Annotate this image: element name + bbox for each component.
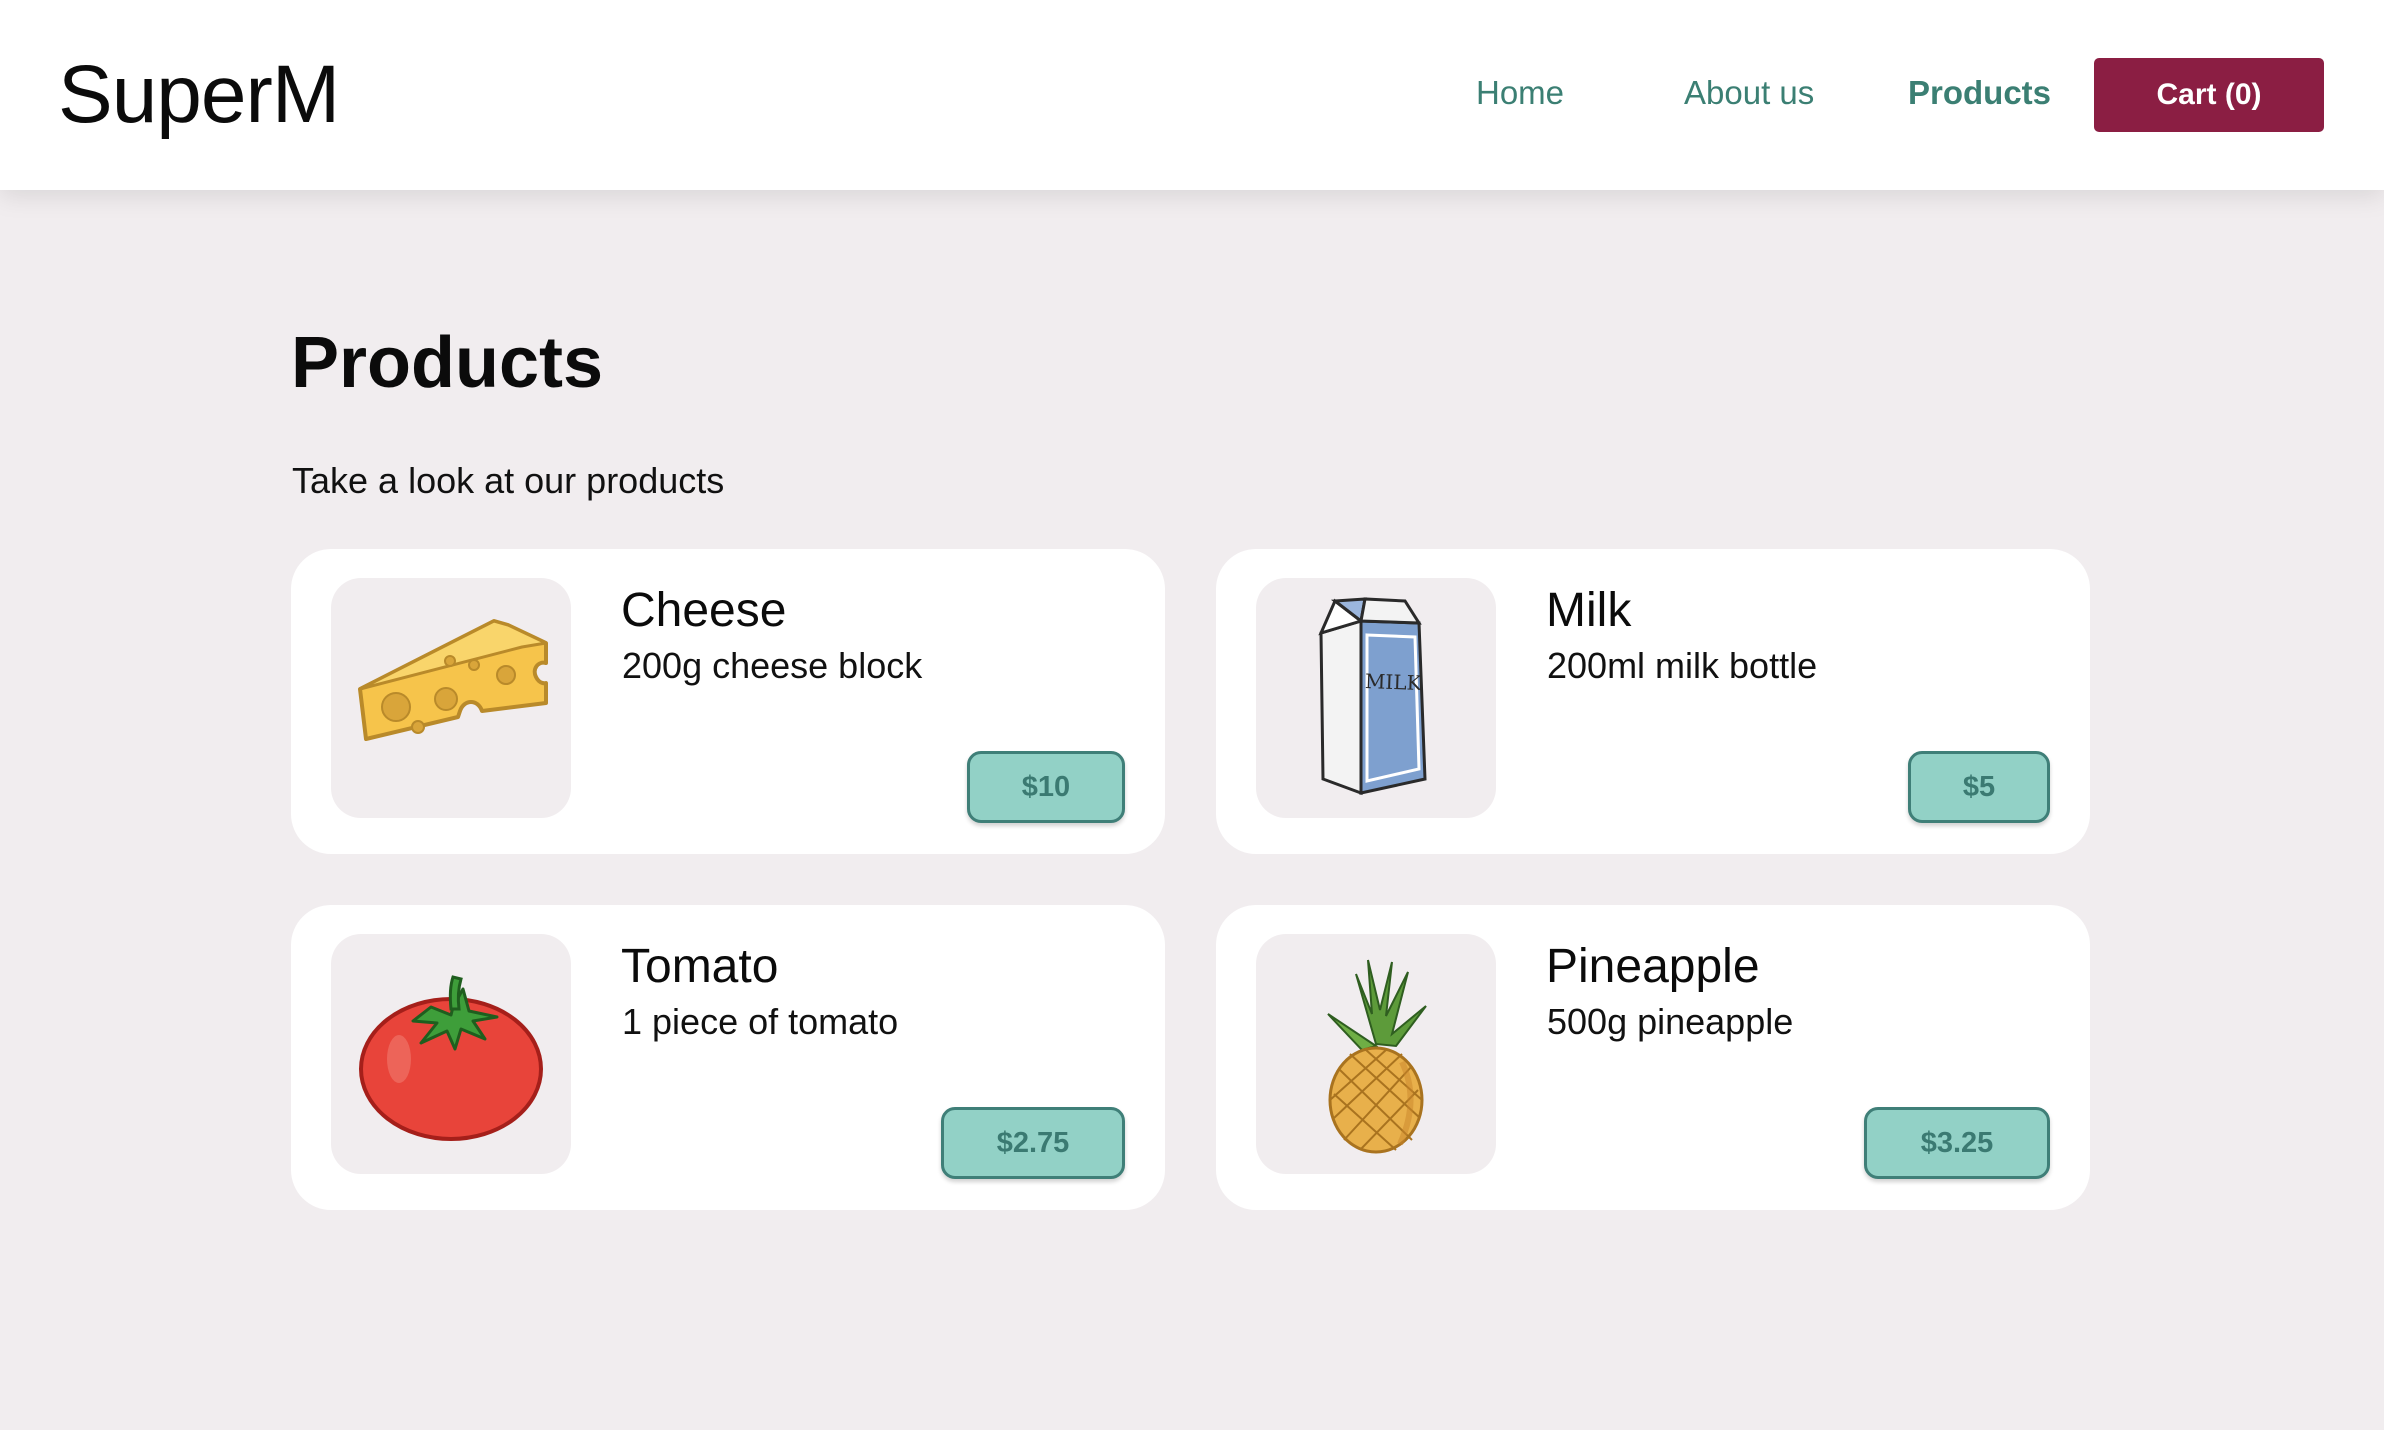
product-card-tomato: Tomato 1 piece of tomato $2.75	[291, 905, 1165, 1210]
price-button[interactable]: $5	[1908, 751, 2050, 823]
milk-carton-icon: MILK	[1318, 597, 1427, 796]
nav-link-home[interactable]: Home	[1476, 74, 1564, 112]
product-description: 200ml milk bottle	[1547, 645, 1818, 686]
product-image	[331, 934, 571, 1174]
price-button[interactable]: $3.25	[1864, 1107, 2050, 1179]
page-title: Products	[291, 323, 604, 403]
brand-logo[interactable]: SuperM	[58, 48, 340, 142]
nav-link-products[interactable]: Products	[1908, 74, 2051, 112]
page-subtitle: Take a look at our products	[292, 460, 725, 501]
product-card-pineapple: Pineapple 500g pineapple $3.25	[1216, 905, 2090, 1210]
product-name: Milk	[1546, 584, 1632, 637]
tomato-icon	[359, 975, 543, 1141]
pineapple-icon	[1327, 959, 1427, 1154]
cheese-icon	[358, 619, 548, 741]
price-button[interactable]: $10	[967, 751, 1125, 823]
product-image	[1256, 934, 1496, 1174]
product-card-cheese: Cheese 200g cheese block $10	[291, 549, 1165, 854]
svg-text:MILK: MILK	[1365, 669, 1423, 695]
product-card-milk: MILK Milk 200ml milk bottle $5	[1216, 549, 2090, 854]
cart-button[interactable]: Cart (0)	[2094, 58, 2324, 132]
product-name: Pineapple	[1546, 940, 1760, 993]
product-description: 1 piece of tomato	[622, 1001, 899, 1042]
product-name: Tomato	[621, 940, 779, 993]
nav-link-about[interactable]: About us	[1684, 74, 1814, 112]
product-image	[331, 578, 571, 818]
product-image: MILK	[1256, 578, 1496, 818]
top-navbar: SuperM Home About us Products Cart (0)	[0, 0, 2384, 190]
product-description: 500g pineapple	[1547, 1001, 1794, 1042]
product-description: 200g cheese block	[622, 645, 923, 686]
price-button[interactable]: $2.75	[941, 1107, 1125, 1179]
product-name: Cheese	[621, 584, 787, 637]
